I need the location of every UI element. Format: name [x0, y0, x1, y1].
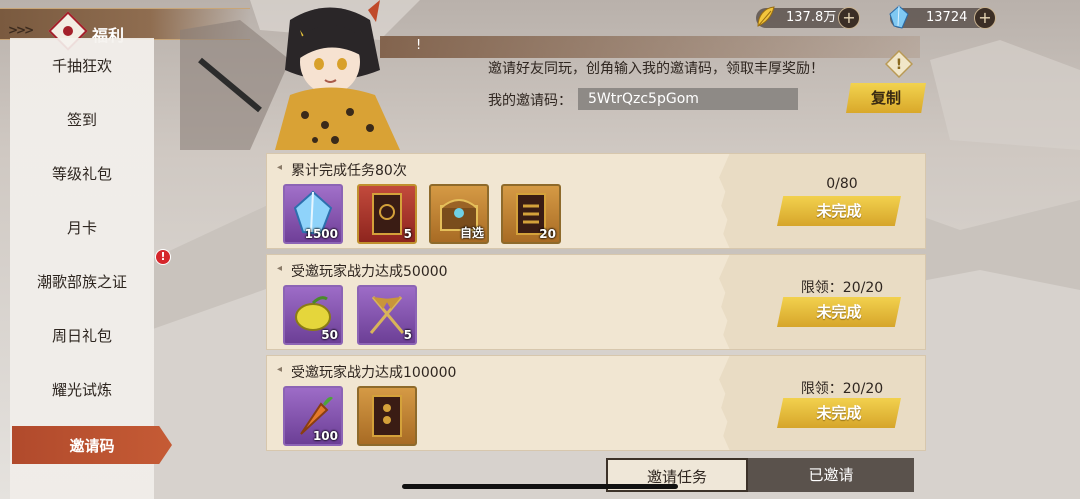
claim-button[interactable]: 未完成: [777, 297, 901, 327]
reward-count: 20: [539, 227, 556, 241]
bullet-icon: ◂: [277, 162, 283, 173]
task-card-1: ◂ 累计完成任务80次 0/80 未完成 1500 5 自选 20: [266, 153, 926, 249]
task-title: 累计完成任务80次: [291, 163, 407, 179]
claim-button[interactable]: 未完成: [777, 196, 901, 226]
task-progress: 限领：20/20: [800, 280, 884, 296]
invite-code-label: 我的邀请码：: [488, 93, 572, 109]
task-title: 受邀玩家战力达成50000: [291, 264, 448, 280]
sidebar-item-level-pack[interactable]: 等级礼包: [10, 154, 154, 194]
reward-item[interactable]: 1500: [283, 184, 343, 244]
sidebar-item-sign-in[interactable]: 签到: [10, 100, 154, 140]
blue-crystal-icon: [889, 5, 909, 29]
home-indicator[interactable]: [402, 484, 678, 489]
add-crystal-button[interactable]: +: [974, 7, 996, 29]
reward-count: 50: [321, 328, 338, 342]
character-portrait: [180, 0, 400, 150]
currency-crystal: 13724 +: [889, 5, 996, 29]
add-gold-button[interactable]: +: [838, 7, 860, 29]
help-info-icon[interactable]: !: [885, 50, 913, 78]
bullet-icon: ◂: [277, 364, 283, 375]
invite-banner: !: [380, 36, 920, 58]
invite-description: 邀请好友同玩，创角输入我的邀请码，领取丰厚奖励！: [488, 61, 824, 77]
reward-count: 100: [312, 429, 338, 443]
reward-item[interactable]: 50: [283, 285, 343, 345]
sidebar-item-tribe-proof[interactable]: 潮歌部族之证: [10, 262, 154, 302]
sidebar-item-monthly-card[interactable]: 月卡: [10, 208, 154, 248]
reward-count: 自选: [459, 226, 484, 240]
claim-button[interactable]: 未完成: [777, 398, 901, 428]
svg-text:!: !: [896, 57, 902, 73]
task-title: 受邀玩家战力达成100000: [291, 365, 457, 381]
crystal-amount: 13724: [926, 10, 968, 25]
task-card-3: ◂ 受邀玩家战力达成100000 限领：20/20 未完成 100: [266, 355, 926, 451]
reward-item[interactable]: 5: [357, 285, 417, 345]
tab-invited[interactable]: 已邀请: [748, 458, 914, 492]
currency-gold: 137.8万 +: [756, 6, 860, 29]
reward-item[interactable]: 5: [357, 184, 417, 244]
back-chevrons-icon[interactable]: >>>: [8, 23, 34, 37]
banner-text: !: [416, 38, 422, 53]
sidebar-item-sunday-pack[interactable]: 周日礼包: [10, 316, 154, 356]
gold-scroll-icon: [372, 395, 402, 437]
notification-badge: !: [155, 249, 171, 265]
reward-count: 5: [403, 328, 412, 342]
copy-button[interactable]: 复制: [846, 83, 926, 113]
sidebar-item-thousand-draw[interactable]: 千抽狂欢: [10, 46, 154, 86]
sidebar-item-glory-trial[interactable]: 耀光试炼: [10, 370, 154, 410]
invite-code-field: 5WtrQzc5pGom: [578, 88, 798, 110]
sidebar-item-invite-code[interactable]: 邀请码: [12, 426, 172, 464]
task-progress: 0/80: [826, 176, 858, 192]
reward-item[interactable]: 20: [501, 184, 561, 244]
reward-count: 5: [403, 227, 412, 241]
task-card-2: ◂ 受邀玩家战力达成50000 限领：20/20 未完成 50 5: [266, 254, 926, 350]
gold-feather-icon: [757, 6, 775, 27]
reward-count: 1500: [304, 227, 338, 241]
bullet-icon: ◂: [277, 263, 283, 274]
reward-item[interactable]: 100: [283, 386, 343, 446]
reward-item[interactable]: 自选: [429, 184, 489, 244]
task-progress: 限领：20/20: [800, 381, 884, 397]
gold-amount: 137.8万: [786, 10, 837, 25]
reward-item[interactable]: [357, 386, 417, 446]
